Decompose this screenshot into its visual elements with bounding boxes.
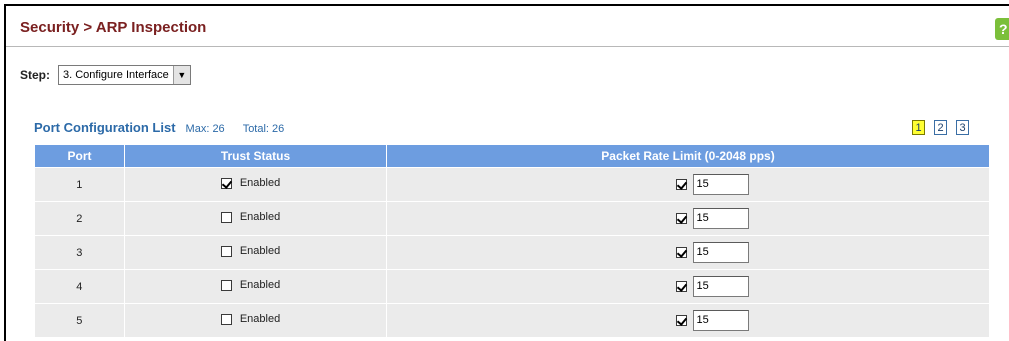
trust-enabled-checkbox[interactable] — [220, 313, 232, 325]
rate-limit-input[interactable]: 15 — [692, 208, 749, 229]
step-row: Step: 3. Configure Interface ▼ — [20, 64, 191, 86]
help-icon[interactable]: ? — [995, 18, 1009, 40]
packet-rate-cell: 15 — [386, 167, 990, 202]
pager: 1 2 3 — [903, 120, 969, 135]
trust-status-control: Enabled — [220, 211, 281, 224]
list-total: Total: 26 — [242, 123, 285, 135]
trust-status-cell: Enabled — [124, 201, 387, 236]
trust-status-cell: Enabled — [124, 303, 387, 338]
table-body: 1 Enabled 15 2 Enabled 15 3 Enabled 15 4 Enabled 15… — [34, 167, 990, 338]
page-button-3[interactable]: 3 — [956, 120, 969, 135]
page-button-2[interactable]: 2 — [934, 120, 947, 135]
rate-limit-input[interactable]: 15 — [692, 310, 749, 331]
table-row: 3 Enabled 15 — [34, 235, 990, 270]
packet-rate-control: 15 — [675, 208, 749, 229]
port-cell: 3 — [34, 235, 125, 270]
trust-status-control: Enabled — [220, 245, 281, 258]
trust-enabled-label: Enabled — [239, 177, 281, 190]
packet-rate-cell: 15 — [386, 235, 990, 270]
rate-limit-checkbox[interactable] — [675, 315, 687, 326]
list-title: Port Configuration List — [34, 120, 176, 135]
table-row: 1 Enabled 15 — [34, 167, 990, 202]
packet-rate-cell: 15 — [386, 303, 990, 338]
list-header: Port Configuration List Max: 26 Total: 2… — [34, 120, 302, 135]
page-title: Security > ARP Inspection — [20, 19, 207, 36]
port-cell: 1 — [34, 167, 125, 202]
column-header-port: Port — [34, 144, 125, 168]
trust-enabled-checkbox[interactable] — [220, 177, 232, 189]
rate-limit-checkbox[interactable] — [675, 281, 687, 292]
port-cell: 2 — [34, 201, 125, 236]
rate-limit-checkbox[interactable] — [675, 213, 687, 224]
trust-enabled-checkbox[interactable] — [220, 245, 232, 257]
trust-status-cell: Enabled — [124, 167, 387, 202]
trust-status-cell: Enabled — [124, 235, 387, 270]
trust-enabled-checkbox[interactable] — [220, 211, 232, 223]
step-select-value: 3. Configure Interface — [63, 69, 169, 81]
table-header-row: Port Trust Status Packet Rate Limit (0-2… — [34, 144, 990, 168]
list-max: Max: 26 — [185, 123, 225, 135]
step-label: Step: — [20, 68, 50, 82]
rate-limit-checkbox[interactable] — [675, 247, 687, 258]
rate-limit-input[interactable]: 15 — [692, 276, 749, 297]
trust-enabled-label: Enabled — [239, 279, 281, 292]
trust-status-control: Enabled — [220, 177, 281, 190]
packet-rate-control: 15 — [675, 310, 749, 331]
trust-status-cell: Enabled — [124, 269, 387, 304]
packet-rate-control: 15 — [675, 276, 749, 297]
packet-rate-cell: 15 — [386, 201, 990, 236]
port-configuration-table: Port Trust Status Packet Rate Limit (0-2… — [34, 144, 990, 338]
packet-rate-cell: 15 — [386, 269, 990, 304]
port-cell: 4 — [34, 269, 125, 304]
table-row: 2 Enabled 15 — [34, 201, 990, 236]
rate-limit-checkbox[interactable] — [675, 179, 687, 190]
chevron-down-icon[interactable]: ▼ — [172, 66, 190, 84]
title-bar: Security > ARP Inspection ? — [6, 6, 1009, 47]
trust-enabled-label: Enabled — [239, 211, 281, 224]
table-row: 5 Enabled 15 — [34, 303, 990, 338]
rate-limit-input[interactable]: 15 — [692, 174, 749, 195]
trust-status-control: Enabled — [220, 279, 281, 292]
column-header-trust-status: Trust Status — [124, 144, 387, 168]
table-row: 4 Enabled 15 — [34, 269, 990, 304]
packet-rate-control: 15 — [675, 174, 749, 195]
column-header-packet-rate-limit: Packet Rate Limit (0-2048 pps) — [386, 144, 990, 168]
trust-enabled-label: Enabled — [239, 245, 281, 258]
packet-rate-control: 15 — [675, 242, 749, 263]
trust-enabled-checkbox[interactable] — [220, 279, 232, 291]
rate-limit-input[interactable]: 15 — [692, 242, 749, 263]
trust-status-control: Enabled — [220, 313, 281, 326]
port-cell: 5 — [34, 303, 125, 338]
page-button-1[interactable]: 1 — [912, 120, 925, 135]
trust-enabled-label: Enabled — [239, 313, 281, 326]
step-select[interactable]: 3. Configure Interface ▼ — [58, 65, 191, 85]
